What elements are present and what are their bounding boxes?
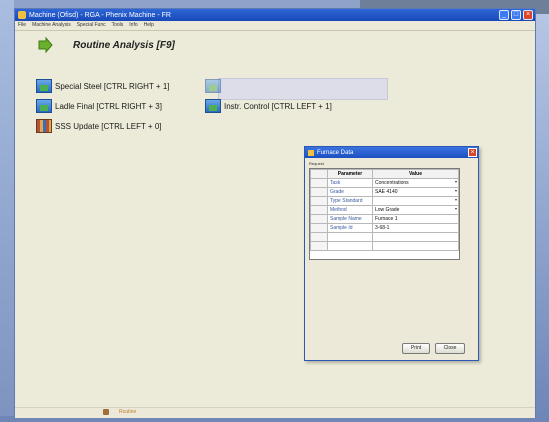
menu-tools[interactable]: Tools bbox=[109, 21, 127, 30]
spin-icon[interactable]: ▾ bbox=[455, 179, 457, 184]
empty-cell bbox=[372, 241, 459, 251]
value-cell[interactable]: Low Grade ▾ bbox=[372, 205, 459, 215]
empty-cell bbox=[372, 232, 459, 242]
shortcut-label: Ladle Final [CTRL RIGHT + 3] bbox=[55, 101, 162, 111]
table-row[interactable]: Type Standard ▾ bbox=[310, 196, 459, 206]
furnace-data-dialog: Furnace Data × Request Parameter Value T… bbox=[304, 146, 479, 361]
column-header-value: Value bbox=[372, 169, 459, 179]
status-routine-link[interactable]: Routine bbox=[119, 408, 136, 417]
spin-icon[interactable]: ▾ bbox=[455, 197, 457, 202]
close-dialog-button[interactable]: Close bbox=[435, 343, 465, 354]
empty-cell bbox=[327, 232, 373, 242]
parameter-grid: Parameter Value Task Concentrations ▾ Gra… bbox=[309, 168, 460, 260]
menu-info[interactable]: Info bbox=[126, 21, 140, 30]
row-header[interactable] bbox=[310, 187, 328, 197]
shortcut-special-steel[interactable]: Special Steel [CTRL RIGHT + 1] bbox=[36, 79, 170, 93]
shortcut-instr-control[interactable]: Instr. Control [CTRL LEFT + 1] bbox=[205, 99, 332, 113]
value-cell[interactable]: ▾ bbox=[372, 196, 459, 206]
table-row[interactable]: Task Concentrations ▾ bbox=[310, 178, 459, 188]
dialog-title: Furnace Data bbox=[317, 149, 354, 156]
dialog-title-bar[interactable]: Furnace Data × bbox=[305, 147, 478, 158]
value-cell[interactable]: Concentrations ▾ bbox=[372, 178, 459, 188]
row-header[interactable] bbox=[310, 178, 328, 188]
parameter-cell: Grade bbox=[327, 187, 373, 197]
section-label: Request bbox=[309, 161, 324, 166]
flask-icon bbox=[36, 79, 52, 93]
row-header[interactable] bbox=[310, 196, 328, 206]
dialog-close-button[interactable]: × bbox=[468, 148, 477, 157]
parameter-cell: Type Standard bbox=[327, 196, 373, 206]
flask-icon bbox=[205, 99, 221, 113]
value-text: 3-68-1 bbox=[375, 225, 390, 231]
parameter-cell: Method bbox=[327, 205, 373, 215]
table-row[interactable]: Sample Id 3-68-1 bbox=[310, 223, 459, 233]
flask-icon bbox=[36, 99, 52, 113]
status-bar: Routine bbox=[15, 407, 535, 418]
app-icon bbox=[18, 11, 26, 19]
parameter-cell: Sample Name bbox=[327, 214, 373, 224]
menu-help[interactable]: Help bbox=[141, 21, 157, 30]
dialog-app-icon bbox=[308, 149, 314, 156]
disabled-shortcut bbox=[218, 78, 388, 100]
maximize-button[interactable]: □ bbox=[511, 10, 521, 20]
table-row[interactable]: Sample Name Furnace 1 bbox=[310, 214, 459, 224]
value-text: SAE 4140 bbox=[375, 189, 398, 195]
shortcut-disabled bbox=[205, 79, 224, 93]
desktop-right-strip bbox=[535, 0, 549, 422]
parameter-cell: Task bbox=[327, 178, 373, 188]
spin-icon[interactable]: ▾ bbox=[455, 206, 457, 211]
arrow-right-icon bbox=[38, 37, 53, 53]
row-header[interactable] bbox=[310, 205, 328, 215]
row-header bbox=[310, 232, 328, 242]
minimize-button[interactable]: _ bbox=[499, 10, 509, 20]
shortcut-label: Instr. Control [CTRL LEFT + 1] bbox=[224, 101, 332, 111]
value-text: Concentrations bbox=[375, 180, 409, 186]
panel-header: Routine Analysis [F9] bbox=[37, 37, 175, 53]
value-cell[interactable]: SAE 4140 ▾ bbox=[372, 187, 459, 197]
print-button[interactable]: Print bbox=[402, 343, 430, 354]
window-controls: _ □ × bbox=[499, 10, 533, 20]
column-header-parameter: Parameter bbox=[327, 169, 373, 179]
row-header-corner bbox=[310, 169, 328, 179]
books-icon bbox=[36, 119, 52, 133]
title-bar[interactable]: Machine (Ofisd) - RGA - Phenix Machine -… bbox=[15, 9, 535, 21]
table-header-row: Parameter Value bbox=[310, 169, 459, 179]
table-row-empty bbox=[310, 232, 459, 242]
routine-icon bbox=[103, 409, 109, 415]
shortcut-label: Special Steel [CTRL RIGHT + 1] bbox=[55, 81, 170, 91]
menu-special-func[interactable]: Special Func bbox=[74, 21, 109, 30]
close-button[interactable]: × bbox=[523, 10, 533, 20]
shortcut-label: SSS Update [CTRL LEFT + 0] bbox=[55, 121, 162, 131]
table-row[interactable]: Grade SAE 4140 ▾ bbox=[310, 187, 459, 197]
parameter-table: Parameter Value Task Concentrations ▾ Gra… bbox=[310, 169, 459, 251]
flask-icon bbox=[205, 79, 221, 93]
value-cell[interactable]: Furnace 1 bbox=[372, 214, 459, 224]
empty-cell bbox=[327, 241, 373, 251]
menu-machine-analysis[interactable]: Machine Analysis bbox=[29, 21, 74, 30]
spin-icon[interactable]: ▾ bbox=[455, 188, 457, 193]
panel-title: Routine Analysis [F9] bbox=[73, 39, 175, 51]
shortcut-ladle-final[interactable]: Ladle Final [CTRL RIGHT + 3] bbox=[36, 99, 162, 113]
value-text: Low Grade bbox=[375, 207, 400, 213]
desktop-left-strip bbox=[0, 0, 14, 422]
parameter-cell: Sample Id bbox=[327, 223, 373, 233]
table-row-empty bbox=[310, 241, 459, 251]
row-header[interactable] bbox=[310, 214, 328, 224]
row-header bbox=[310, 241, 328, 251]
menu-bar: File Machine Analysis Special Func Tools… bbox=[15, 21, 535, 31]
value-text: Furnace 1 bbox=[375, 216, 398, 222]
table-row[interactable]: Method Low Grade ▾ bbox=[310, 205, 459, 215]
shortcut-sss-update[interactable]: SSS Update [CTRL LEFT + 0] bbox=[36, 119, 162, 133]
menu-file[interactable]: File bbox=[15, 21, 29, 30]
value-cell[interactable]: 3-68-1 bbox=[372, 223, 459, 233]
row-header[interactable] bbox=[310, 223, 328, 233]
window-title: Machine (Ofisd) - RGA - Phenix Machine -… bbox=[29, 11, 171, 19]
main-window: Machine (Ofisd) - RGA - Phenix Machine -… bbox=[14, 8, 536, 418]
